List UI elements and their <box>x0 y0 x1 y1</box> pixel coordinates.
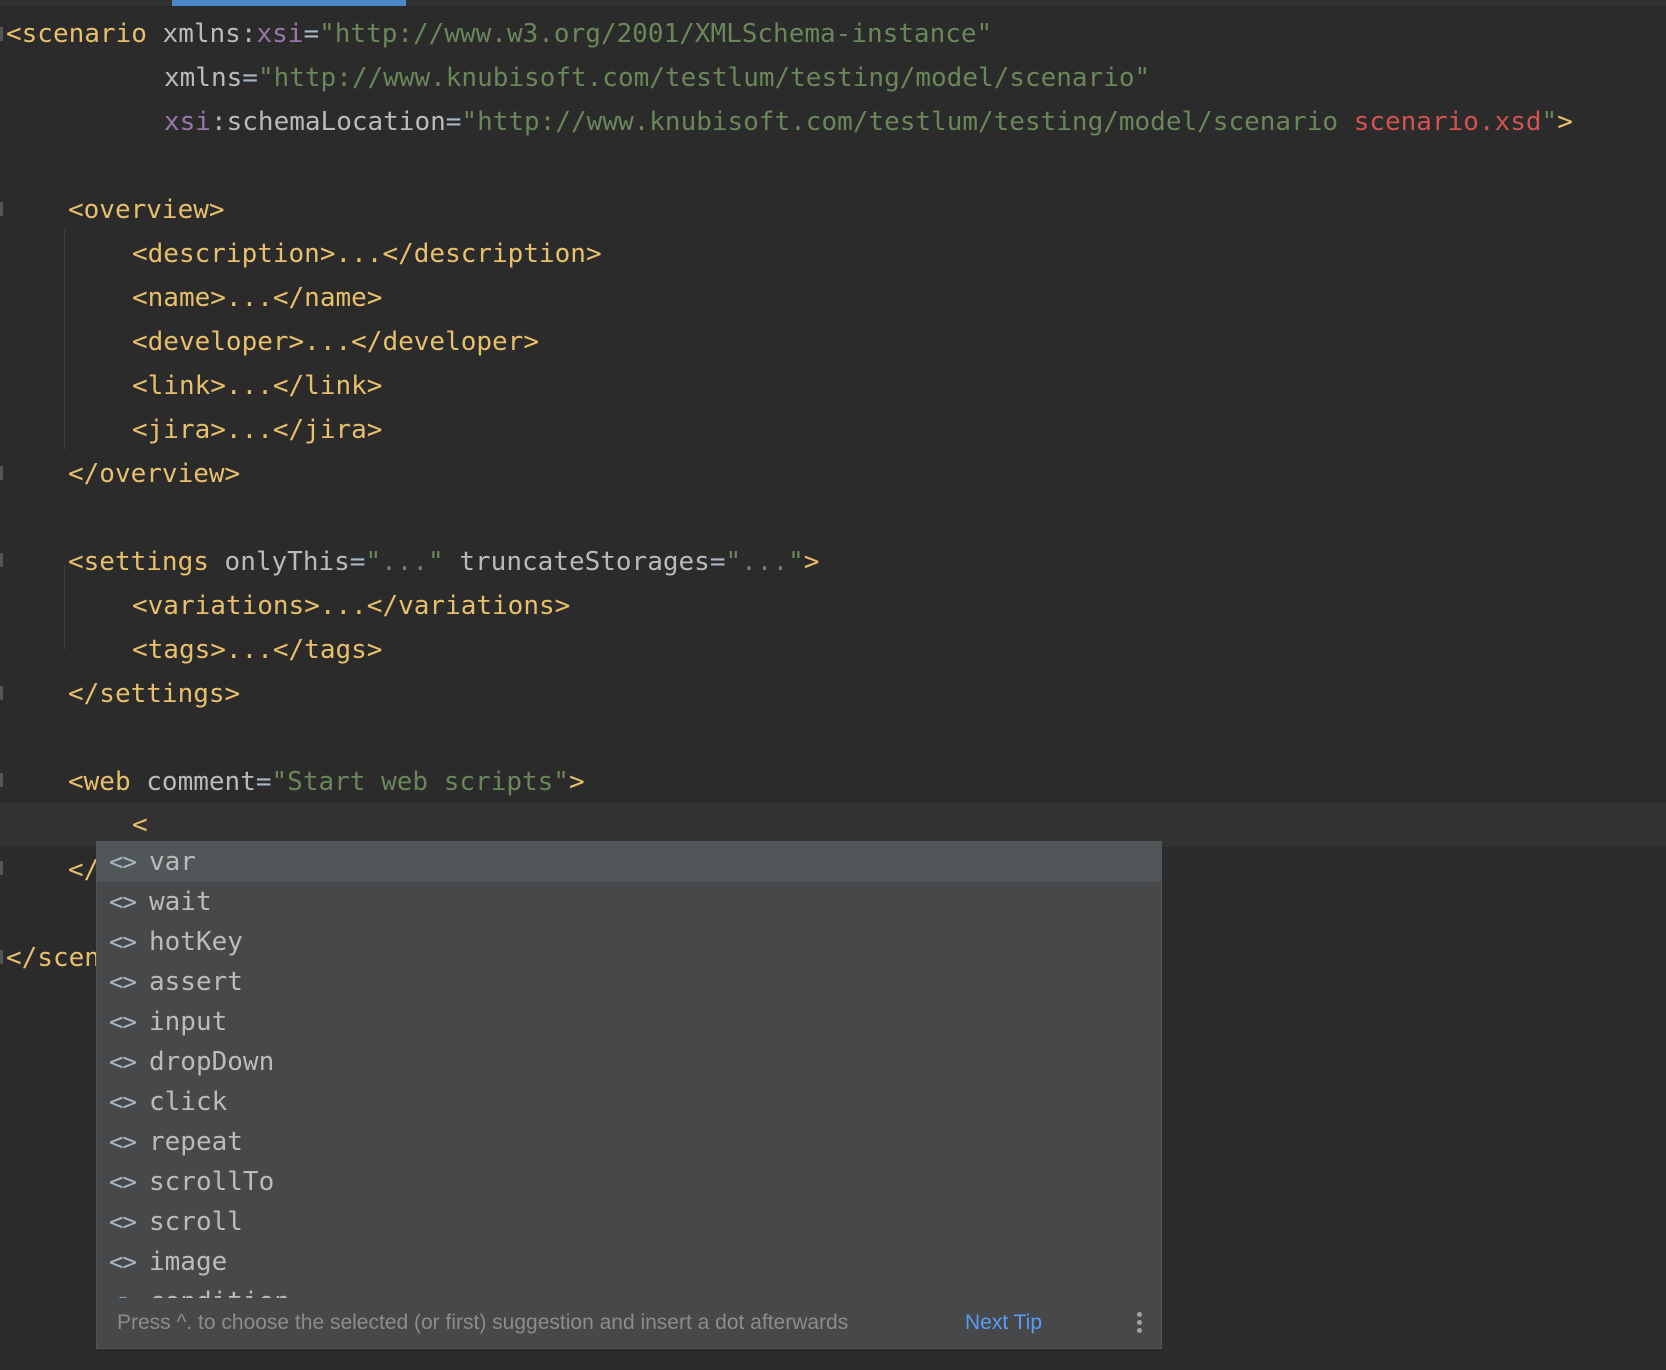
xml-tag-icon: <> <box>109 888 137 916</box>
code-line-settings-open: <settings onlyThis="..." truncateStorage… <box>68 540 819 584</box>
xml-tag-icon: <> <box>109 1088 137 1116</box>
code-line-scenario-open: <scenario xmlns:xsi="http://www.w3.org/2… <box>6 12 992 56</box>
code-line-name: <name>...</name> <box>132 283 383 313</box>
code-line-schema-location: xsi:schemaLocation="http://www.knubisoft… <box>164 100 1573 144</box>
code-line-jira: <jira>...</jira> <box>132 415 383 445</box>
attr-xmlns: xmlns <box>162 19 241 49</box>
fold-marker[interactable] <box>0 773 3 787</box>
completion-item-label: dropDown <box>149 1047 275 1077</box>
equals: = <box>445 107 462 137</box>
code-line-developer: <developer>...</developer> <box>132 327 539 357</box>
attr-value-end: " <box>1541 107 1558 137</box>
completion-item-click[interactable]: <> click <box>97 1082 1161 1122</box>
completion-item-label: repeat <box>149 1127 243 1157</box>
equals: = <box>349 547 366 577</box>
xml-tag-icon: <> <box>109 928 137 956</box>
xml-tag-icon: <> <box>109 848 137 876</box>
attr-value: "..." <box>725 547 804 577</box>
completion-footer: Press ^. to choose the selected (or firs… <box>97 1298 1161 1348</box>
completion-item-assert[interactable]: <> assert <box>97 962 1161 1002</box>
xml-tag-icon: <> <box>109 968 137 996</box>
completion-item-input[interactable]: <> input <box>97 1002 1161 1042</box>
xml-tag-icon: <> <box>109 1128 137 1156</box>
attr-value: "http://www.w3.org/2001/XMLSchema-instan… <box>319 19 993 49</box>
completion-item-label: click <box>149 1087 228 1117</box>
code-line-settings-close: </settings> <box>68 679 241 709</box>
tag-close: > <box>1557 107 1573 137</box>
equals: = <box>255 767 272 797</box>
completion-item-label: scroll <box>149 1207 243 1237</box>
fold-marker[interactable] <box>0 950 3 964</box>
more-options-icon[interactable] <box>1137 1312 1143 1334</box>
fold-marker[interactable] <box>0 553 3 567</box>
tag-close: > <box>803 547 820 577</box>
completion-hint: Press ^. to choose the selected (or firs… <box>117 1311 849 1334</box>
attr-only-this: onlyThis <box>224 547 350 577</box>
attr-xmlns: xmlns <box>164 63 243 93</box>
completion-item-image[interactable]: <> image <box>97 1242 1161 1282</box>
indent-guide <box>64 228 65 450</box>
completion-item-label: input <box>149 1007 228 1037</box>
code-line-xmlns: xmlns="http://www.knubisoft.com/testlum/… <box>164 56 1150 100</box>
xml-tag-icon: <> <box>109 1168 137 1196</box>
code-line-variations: <variations>...</variations> <box>132 591 571 621</box>
code-line-scenario-close: </scen <box>6 943 100 973</box>
xml-tag-icon: <> <box>109 1008 137 1036</box>
code-line-tags: <tags>...</tags> <box>132 635 383 665</box>
attr-value: "http://www.knubisoft.com/testlum/testin… <box>257 63 1151 93</box>
xml-tag-icon: <> <box>109 1248 137 1276</box>
fold-marker[interactable] <box>0 27 3 41</box>
ns-xsi: xsi <box>164 107 211 137</box>
completion-item-label: image <box>149 1247 228 1277</box>
code-completion-popup[interactable]: <> var <> wait <> hotKey <> assert <> input <> drop… <box>96 841 1162 1349</box>
fold-marker[interactable] <box>0 202 3 216</box>
equals: = <box>303 19 320 49</box>
tag-settings: <settings <box>68 547 209 577</box>
completion-item-hotkey[interactable]: <> hotKey <box>97 922 1161 962</box>
code-line-description: <description>...</description> <box>132 239 602 269</box>
completion-item-label: var <box>149 847 196 877</box>
completion-item-label: scrollTo <box>149 1167 275 1197</box>
completion-item-dropdown[interactable]: <> dropDown <box>97 1042 1161 1082</box>
code-line-link: <link>...</link> <box>132 371 383 401</box>
completion-item-var[interactable]: <> var <box>97 842 1161 882</box>
fold-marker[interactable] <box>0 686 3 700</box>
attr-value: "..." <box>365 547 444 577</box>
attr-schema-location: schemaLocation <box>226 107 446 137</box>
code-line-overview-close: </overview> <box>68 459 241 489</box>
attr-value: "Start web scripts" <box>271 767 569 797</box>
tag-web: <web <box>68 767 131 797</box>
tag-close: > <box>568 767 585 797</box>
attr-value: "http://www.knubisoft.com/testlum/testin… <box>461 107 1354 137</box>
unresolved-reference: scenario.xsd <box>1353 107 1542 137</box>
colon: : <box>240 19 257 49</box>
code-line-web-open: <web comment="Start web scripts"> <box>68 760 585 804</box>
completion-item-label: assert <box>149 967 243 997</box>
equals: = <box>709 547 726 577</box>
next-tip-link[interactable]: Next Tip <box>965 1298 1042 1348</box>
completion-item-repeat[interactable]: <> repeat <box>97 1122 1161 1162</box>
completion-item-label: wait <box>149 887 212 917</box>
xml-tag-icon: <> <box>109 1048 137 1076</box>
tag-scenario: <scenario <box>6 19 147 49</box>
colon: : <box>210 107 227 137</box>
completion-item-label: hotKey <box>149 927 243 957</box>
attr-truncate-storages: truncateStorages <box>459 547 710 577</box>
code-line-web-close: </ <box>68 855 100 885</box>
completion-list[interactable]: <> var <> wait <> hotKey <> assert <> input <> drop… <box>97 842 1161 1300</box>
code-line-overview-open: <overview> <box>68 195 225 225</box>
completion-item-wait[interactable]: <> wait <box>97 882 1161 922</box>
completion-item-scroll[interactable]: <> scroll <box>97 1202 1161 1242</box>
attr-comment: comment <box>146 767 256 797</box>
equals: = <box>242 63 258 93</box>
xml-tag-icon: <> <box>109 1208 137 1236</box>
completion-item-scrollto[interactable]: <> scrollTo <box>97 1162 1161 1202</box>
indent-guide <box>64 566 65 650</box>
fold-marker[interactable] <box>0 466 3 480</box>
fold-marker[interactable] <box>0 861 3 875</box>
attr-xsi: xsi <box>256 19 304 49</box>
